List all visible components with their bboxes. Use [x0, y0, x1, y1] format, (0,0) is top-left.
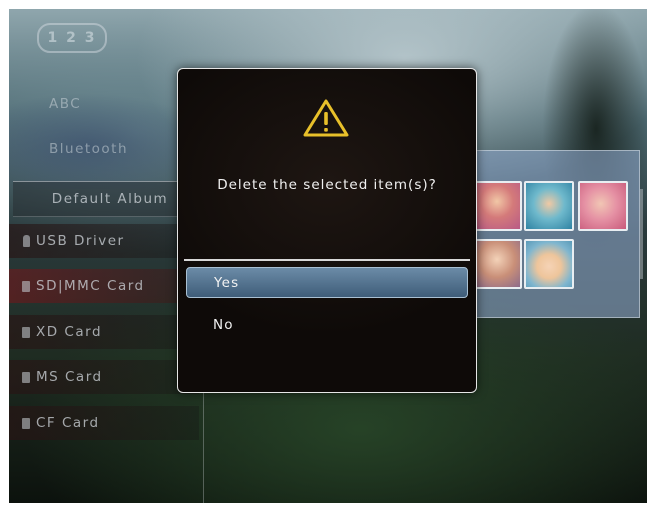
- delete-confirm-dialog: Delete the selected item(s)? Yes No: [177, 68, 477, 393]
- option-no-button[interactable]: No: [186, 309, 468, 340]
- sidebar-item-xd-card[interactable]: XD Card: [9, 315, 199, 349]
- photo-thumbnail[interactable]: [524, 181, 574, 231]
- sidebar-item-cf-card[interactable]: CF Card: [9, 406, 199, 440]
- sidebar-item-label: Bluetooth: [49, 141, 129, 157]
- dialog-message: Delete the selected item(s)?: [217, 177, 437, 193]
- source-sidebar: ABC Bluetooth Default Album USB Driver S…: [9, 79, 204, 503]
- sidebar-item-label: Default Album: [51, 191, 169, 207]
- brand-logo-text: 1 2 3: [47, 30, 97, 46]
- sidebar-item-usb-driver[interactable]: USB Driver: [9, 224, 199, 258]
- thumbnail-grid: [472, 150, 640, 318]
- sidebar-item-sd-mmc-card[interactable]: SD|MMC Card: [9, 269, 199, 303]
- sidebar-item-label: XD Card: [36, 324, 103, 340]
- sidebar-item-label: ABC: [49, 96, 82, 112]
- card-icon: [22, 280, 30, 292]
- brand-logo: 1 2 3: [37, 23, 107, 53]
- option-label: Yes: [214, 274, 240, 291]
- sidebar-item-ms-card[interactable]: MS Card: [9, 360, 199, 394]
- photo-thumbnail[interactable]: [472, 239, 522, 289]
- sidebar-item-label: SD|MMC Card: [36, 278, 145, 294]
- sidebar-item-default-album[interactable]: Default Album: [13, 181, 201, 217]
- warning-icon: [303, 99, 349, 137]
- photo-thumbnail[interactable]: [524, 239, 574, 289]
- sidebar-item-label: MS Card: [36, 369, 103, 385]
- option-label: No: [213, 316, 234, 333]
- thumbnail-scrollbar[interactable]: [640, 189, 643, 279]
- dialog-divider: [184, 259, 470, 261]
- photo-thumbnail[interactable]: [472, 181, 522, 231]
- option-yes-button[interactable]: Yes: [186, 267, 468, 298]
- sidebar-item-label: CF Card: [36, 415, 100, 431]
- sidebar-item-abc[interactable]: ABC: [9, 87, 199, 121]
- usb-icon: [23, 235, 30, 247]
- sidebar-item-bluetooth[interactable]: Bluetooth: [9, 132, 199, 166]
- card-icon: [22, 417, 30, 429]
- photo-thumbnail[interactable]: [578, 181, 628, 231]
- card-icon: [22, 371, 30, 383]
- card-icon: [22, 326, 30, 338]
- photo-frame-screen: 1 2 3 ABC Bluetooth Default Album USB Dr…: [9, 9, 647, 503]
- sidebar-item-label: USB Driver: [36, 233, 125, 249]
